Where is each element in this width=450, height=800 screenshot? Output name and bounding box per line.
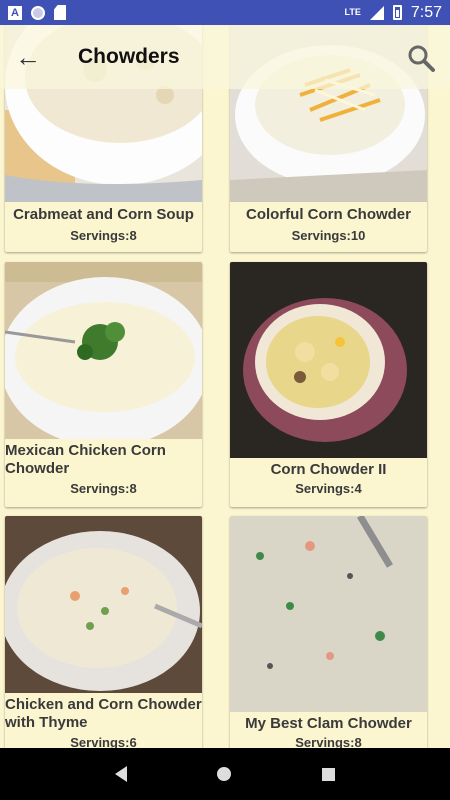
recipe-servings: Servings:8 — [70, 228, 137, 243]
nav-back-icon[interactable] — [115, 766, 128, 782]
recipe-servings: Servings:6 — [70, 735, 137, 748]
recipe-title: My Best Clam Chowder — [245, 715, 412, 732]
status-bar: A LTE 7:57 — [0, 0, 450, 25]
circle-notification-icon — [31, 5, 45, 20]
page-title: Chowders — [78, 45, 180, 68]
recipe-card[interactable]: Mexican Chicken Corn Chowder Servings:8 — [5, 262, 202, 507]
recipe-card[interactable]: Chicken and Corn Chowder with Thyme Serv… — [5, 516, 202, 748]
recipe-card[interactable]: Corn Chowder II Servings:4 — [230, 262, 427, 507]
recipe-title: Crabmeat and Corn Soup — [13, 206, 194, 223]
recipe-title: Colorful Corn Chowder — [246, 206, 411, 223]
battery-icon — [392, 5, 402, 20]
recipe-title: Chicken and Corn Chowder with Thyme — [5, 696, 202, 731]
recipe-image — [5, 262, 202, 439]
search-button[interactable] — [406, 43, 436, 73]
clock: 7:57 — [410, 3, 442, 21]
recipe-servings: Servings:4 — [295, 481, 362, 496]
nav-home-icon[interactable] — [217, 767, 232, 781]
arrow-back-icon: ← — [15, 41, 41, 72]
recipe-card[interactable]: My Best Clam Chowder Servings:8 — [230, 516, 427, 748]
recipe-servings: Servings:10 — [291, 228, 366, 243]
app-bar: ← Chowders — [0, 25, 450, 89]
recipe-grid[interactable]: Crabmeat and Corn Soup Servings:8 Colorf… — [0, 25, 450, 748]
signal-icon — [369, 5, 384, 20]
recipe-title: Mexican Chicken Corn Chowder — [5, 442, 166, 477]
back-button[interactable]: ← — [0, 29, 56, 85]
recipe-image — [230, 262, 427, 458]
recipe-servings: Servings:8 — [295, 735, 362, 748]
sd-card-icon — [54, 5, 66, 20]
nav-recents-icon[interactable] — [321, 767, 335, 781]
recipe-image — [5, 516, 202, 693]
navigation-bar — [0, 748, 450, 800]
app-notification-icon: A — [8, 5, 22, 20]
recipe-title: Corn Chowder II — [270, 461, 387, 478]
search-icon — [408, 45, 435, 72]
recipe-image — [230, 516, 427, 712]
recipe-servings: Servings:8 — [70, 481, 137, 496]
network-type: LTE — [344, 7, 361, 17]
